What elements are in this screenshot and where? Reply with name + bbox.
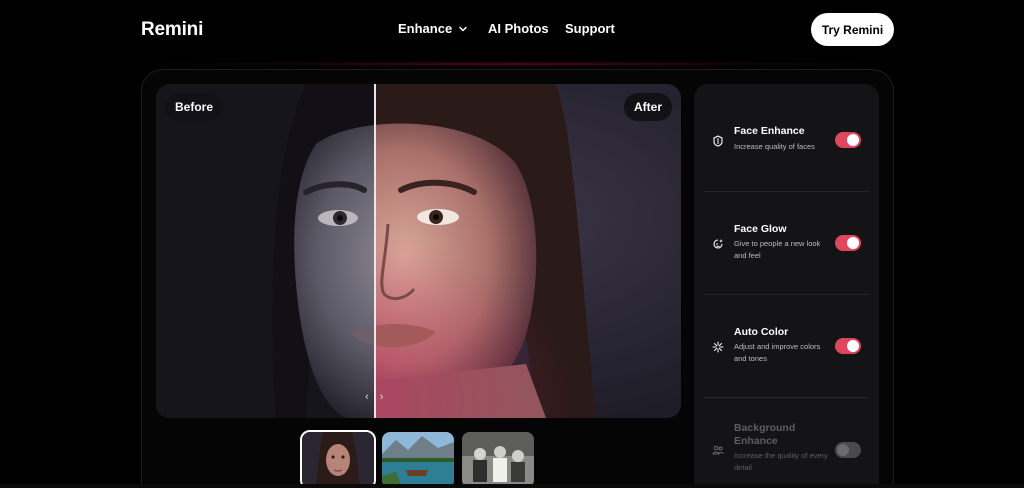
auto-color-toggle[interactable] xyxy=(835,338,861,354)
feature-description: Adjust and improve colors and tones xyxy=(734,342,821,363)
slider-arrows-icon[interactable]: ‹ › xyxy=(365,391,387,403)
feature-title: Background Enhance xyxy=(734,422,796,447)
feature-title: Face Glow xyxy=(734,223,787,235)
top-nav: Remini Enhance AI Photos Support Try Rem… xyxy=(0,0,1024,60)
before-overlay xyxy=(156,84,375,418)
before-label: Before xyxy=(165,93,224,121)
bottom-edge xyxy=(0,484,1024,488)
feature-description: Increase quality of faces xyxy=(734,142,815,151)
nav-enhance-label: Enhance xyxy=(398,21,453,36)
before-photo xyxy=(156,84,375,418)
nav-ai-photos[interactable]: AI Photos xyxy=(488,21,549,36)
nav-support[interactable]: Support xyxy=(565,21,615,36)
try-remini-button[interactable]: Try Remini xyxy=(811,13,894,46)
feature-title: Face Enhance xyxy=(734,125,805,137)
face-glow-toggle[interactable] xyxy=(835,235,861,251)
compare-slider-handle[interactable] xyxy=(374,84,376,418)
logo[interactable]: Remini xyxy=(141,19,203,41)
feature-title: Auto Color xyxy=(734,326,789,338)
sparkle-icon xyxy=(712,341,724,353)
chevron-down-icon xyxy=(459,26,467,32)
divider xyxy=(704,294,869,295)
background-enhance-toggle[interactable] xyxy=(835,442,861,458)
people-icon xyxy=(712,445,724,455)
feature-description: Increase the quality of every detail xyxy=(734,451,828,472)
feature-description: Give to people a new look and feel xyxy=(734,239,821,260)
thumbnail-lake-landscape[interactable] xyxy=(380,430,456,488)
header-glow xyxy=(150,61,880,67)
face-enhance-toggle[interactable] xyxy=(835,132,861,148)
glow-icon xyxy=(713,239,723,249)
before-after-viewer[interactable]: ‹ › Before After xyxy=(156,84,681,418)
after-label: After xyxy=(623,93,672,121)
divider xyxy=(704,397,869,398)
thumbnail-portrait[interactable] xyxy=(300,430,376,488)
thumbnail-vintage-group-photo[interactable] xyxy=(460,430,536,488)
shield-icon xyxy=(713,135,723,147)
divider xyxy=(704,191,869,192)
nav-enhance[interactable]: Enhance xyxy=(398,21,468,36)
features-panel: Face Enhance Increase quality of faces F… xyxy=(694,84,879,488)
